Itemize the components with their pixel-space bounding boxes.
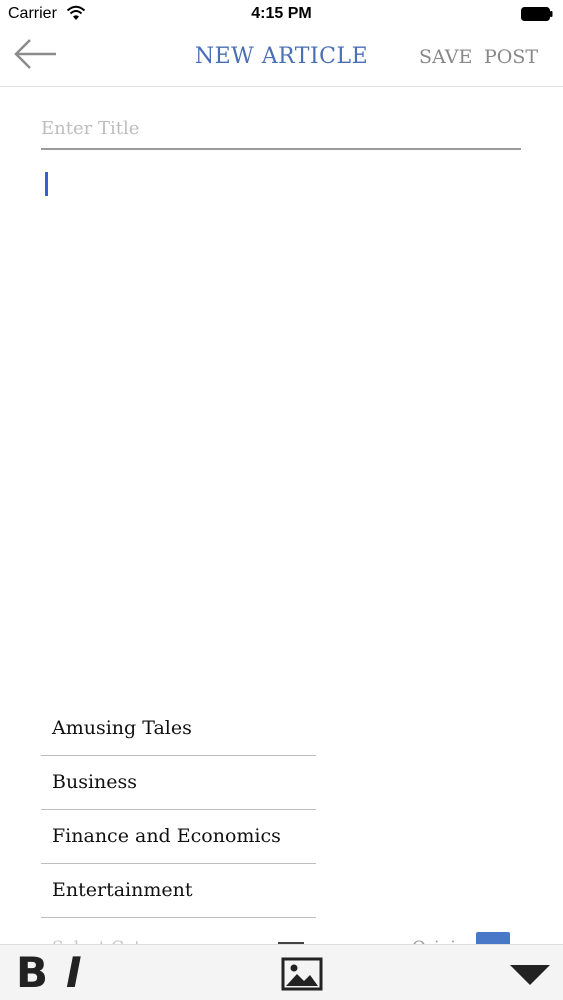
category-item-entertainment[interactable]: Entertainment (41, 864, 316, 918)
save-button[interactable]: SAVE (419, 46, 472, 68)
title-input[interactable] (41, 108, 521, 150)
status-bar: Carrier 4:15 PM (0, 0, 563, 30)
category-item-business[interactable]: Business (41, 756, 316, 810)
post-button[interactable]: POST (484, 46, 538, 68)
battery-icon (521, 7, 553, 21)
image-icon[interactable] (281, 957, 323, 991)
clock: 4:15 PM (251, 5, 312, 22)
collapse-keyboard-icon[interactable] (508, 963, 552, 987)
category-item-finance-and-economics[interactable]: Finance and Economics (41, 810, 316, 864)
navigation-bar: NEW ARTICLE SAVE POST (0, 30, 563, 87)
body-text-cursor[interactable] (45, 172, 48, 196)
category-item-amusing-tales[interactable]: Amusing Tales (41, 702, 316, 756)
page-title: NEW ARTICLE (194, 44, 369, 69)
italic-button[interactable]: I (66, 949, 82, 997)
bold-button[interactable]: B (16, 949, 48, 997)
formatting-toolbar: B I (0, 944, 563, 1000)
category-dropdown: Amusing Tales Business Finance and Econo… (41, 702, 316, 918)
